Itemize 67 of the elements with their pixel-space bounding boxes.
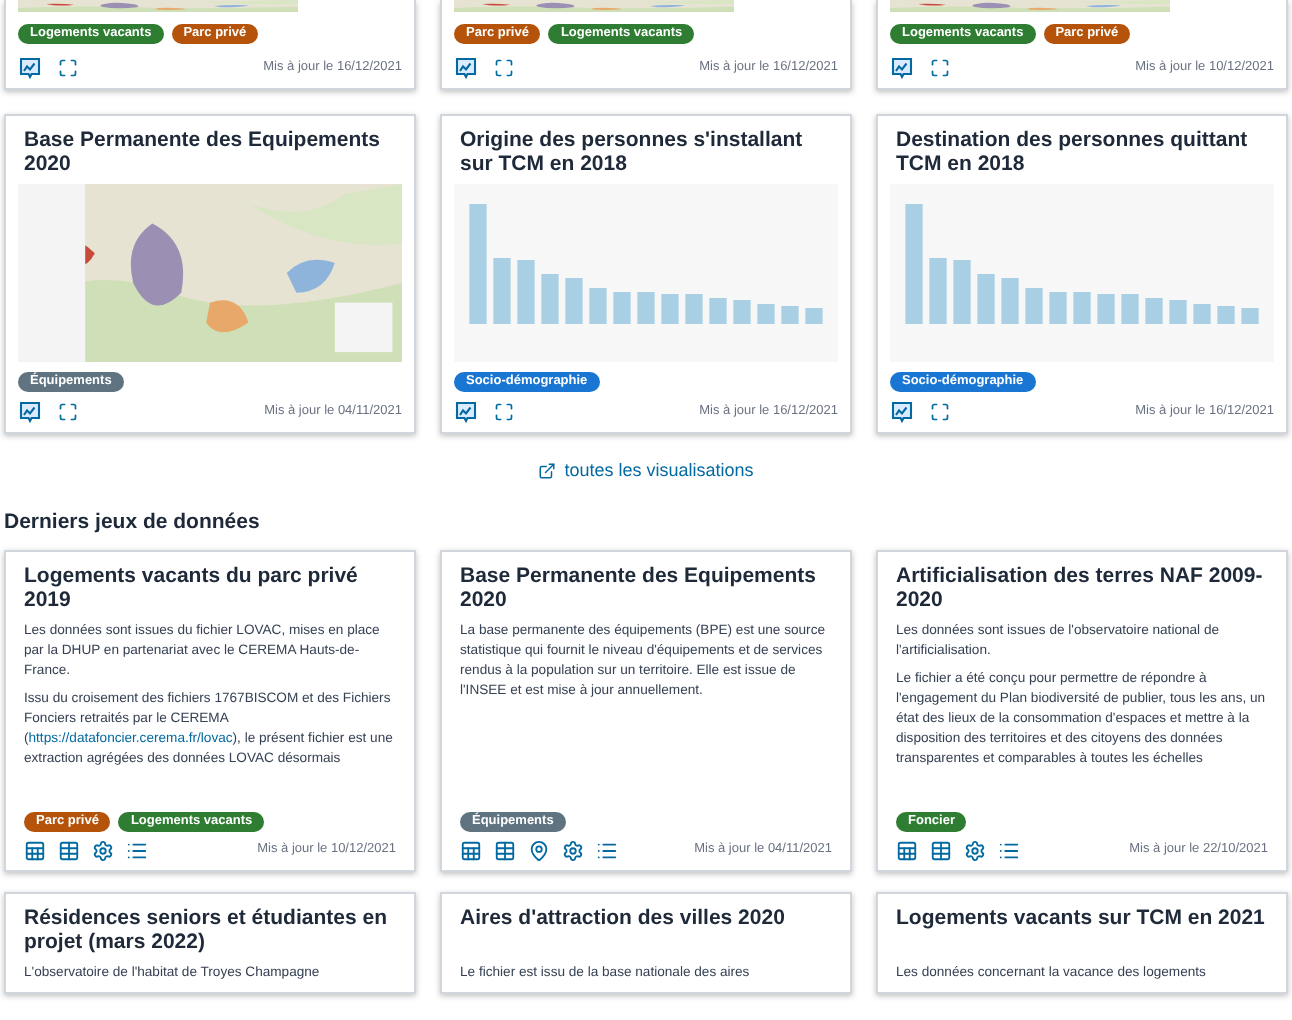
- card-title[interactable]: Base Permanente des Equipements 2020: [460, 563, 832, 611]
- chart-bar: [613, 292, 631, 324]
- chart-bar: [1169, 300, 1187, 324]
- chart-bar: [977, 274, 995, 324]
- expand-icon[interactable]: [930, 58, 950, 78]
- chart-bar: [493, 258, 511, 324]
- expand-icon[interactable]: [58, 58, 78, 78]
- chart-bar: [1073, 292, 1091, 324]
- map-pin-icon[interactable]: [528, 839, 550, 861]
- chart-icon[interactable]: [454, 56, 478, 80]
- chart-bar: [905, 204, 923, 324]
- chart-bar: [469, 204, 487, 324]
- table-icon[interactable]: [494, 839, 516, 861]
- list-icon[interactable]: [596, 839, 618, 861]
- chart-bar: [1001, 278, 1019, 324]
- list-icon[interactable]: [126, 839, 148, 861]
- chart-icon[interactable]: [454, 400, 478, 424]
- table-icon[interactable]: [58, 839, 80, 861]
- chart-bar: [685, 294, 703, 324]
- chart-bar: [733, 300, 751, 324]
- chart-icon[interactable]: [890, 400, 914, 424]
- chart-bar: [637, 292, 655, 324]
- chart-icon[interactable]: [18, 56, 42, 80]
- chart-bar: [1241, 308, 1259, 324]
- chart-bar: [781, 306, 799, 324]
- chart-bar: [1145, 298, 1163, 324]
- chart-bar: [565, 278, 583, 324]
- settings-icon[interactable]: [562, 839, 584, 861]
- chart-bar: [709, 298, 727, 324]
- chart-icon[interactable]: [18, 400, 42, 424]
- chart-bar: [541, 274, 559, 324]
- chart-icon[interactable]: [890, 56, 914, 80]
- card-title[interactable]: Logements vacants sur TCM en 2021: [896, 905, 1268, 929]
- chart-bar: [661, 294, 679, 324]
- expand-icon[interactable]: [494, 402, 514, 422]
- chart-bar: [1121, 294, 1139, 324]
- chart-bar: [1217, 306, 1235, 324]
- expand-icon[interactable]: [930, 402, 950, 422]
- table-export-icon[interactable]: [896, 839, 918, 861]
- expand-icon[interactable]: [58, 402, 78, 422]
- all-visualisations-link[interactable]: toutes les visualisations: [538, 458, 754, 485]
- card-title[interactable]: Base Permanente des Equipements 2020: [24, 128, 396, 176]
- table-export-icon[interactable]: [24, 839, 46, 861]
- chart-bar: [805, 308, 823, 324]
- chart-bar: [1025, 288, 1043, 324]
- chart-bar: [757, 304, 775, 324]
- list-icon[interactable]: [998, 839, 1020, 861]
- chart-bar: [953, 260, 971, 324]
- settings-icon[interactable]: [92, 839, 114, 861]
- chart-bar: [1193, 304, 1211, 324]
- chart-bar: [1049, 292, 1067, 324]
- table-icon[interactable]: [930, 839, 952, 861]
- card-title[interactable]: Résidences seniors et étudiantes en projet (mars 2022): [24, 905, 396, 953]
- section-heading: Derniers jeux de données: [4, 509, 262, 533]
- external-link-icon: [538, 462, 557, 481]
- chart-bar: [929, 258, 947, 324]
- settings-icon[interactable]: [964, 839, 986, 861]
- card-title[interactable]: Origine des personnes s'installant sur TCM en 2018: [460, 128, 832, 176]
- card-title[interactable]: Aires d'attraction des villes 2020: [460, 905, 832, 929]
- table-export-icon[interactable]: [460, 839, 482, 861]
- chart-bar: [517, 260, 535, 324]
- card-title[interactable]: Destination des personnes quittant TCM en 2018: [896, 128, 1268, 176]
- chart-bar: [1097, 294, 1115, 324]
- card-title[interactable]: Logements vacants du parc privé 2019: [24, 563, 396, 611]
- card-title[interactable]: Artificialisation des terres NAF 2009-2020: [896, 563, 1268, 611]
- chart-bar: [589, 288, 607, 324]
- expand-icon[interactable]: [494, 58, 514, 78]
